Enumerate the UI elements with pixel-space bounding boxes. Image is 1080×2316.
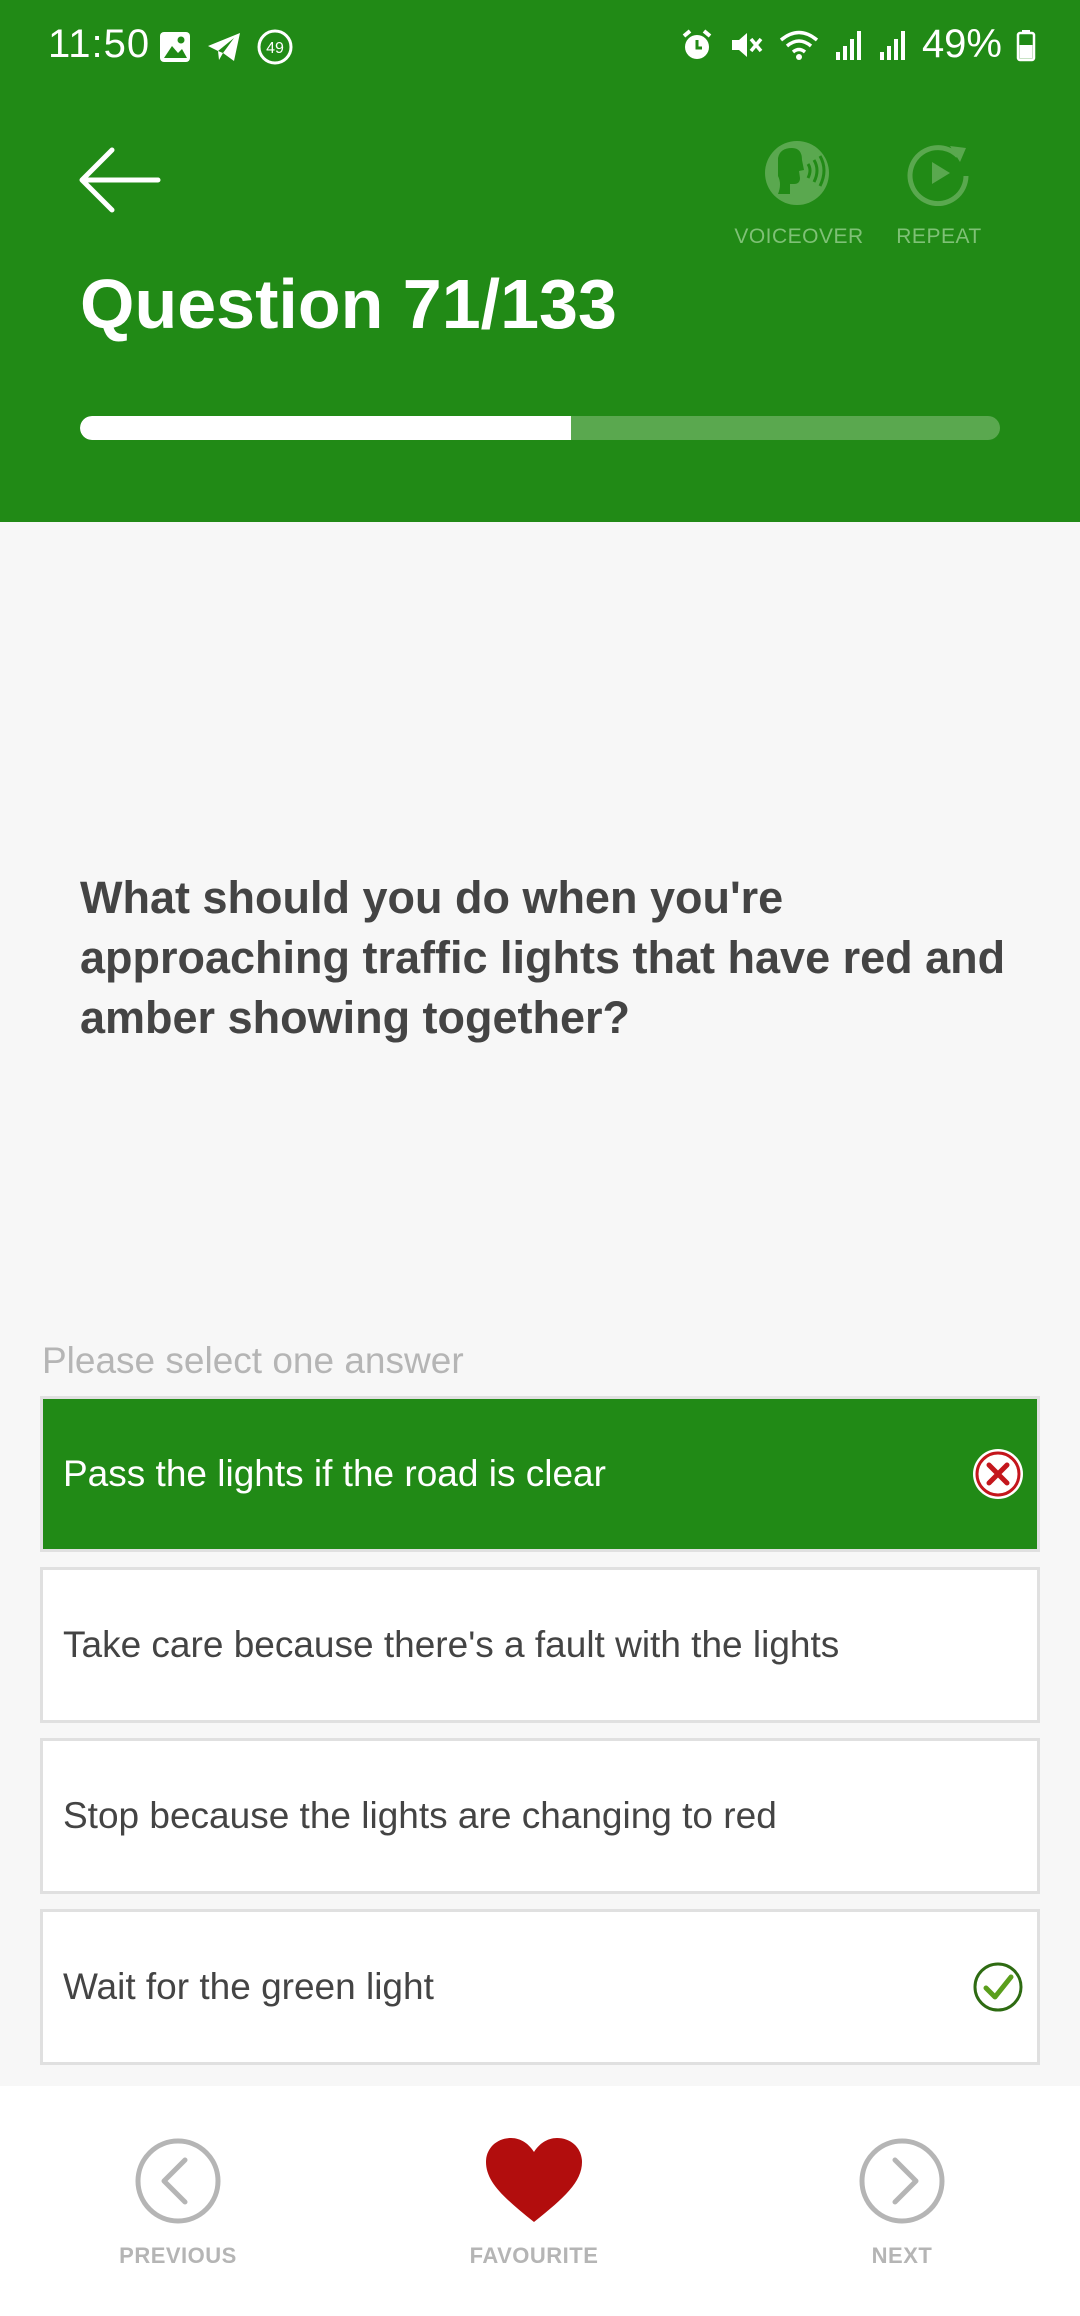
telegram-icon [208, 33, 240, 61]
replay-icon [907, 145, 969, 207]
answer-option-1[interactable]: Pass the lights if the road is clear [40, 1396, 1040, 1552]
next-button[interactable]: NEXT [802, 2136, 1002, 2269]
bottom-navigation: PREVIOUS FAVOURITE NEXT [0, 2086, 1080, 2316]
back-arrow-icon [79, 147, 161, 213]
mute-icon [731, 32, 763, 57]
answer-label: Take care because there's a fault with t… [63, 1624, 840, 1665]
status-bar: 11:50 49 49% [0, 0, 1080, 96]
status-time: 11:50 [48, 22, 151, 66]
back-button[interactable] [74, 140, 166, 220]
gallery-icon [160, 32, 190, 62]
favourite-button[interactable]: FAVOURITE [434, 2136, 634, 2269]
heart-icon [486, 2138, 582, 2222]
next-label: NEXT [871, 2243, 933, 2268]
svg-text:49: 49 [266, 40, 284, 57]
progress-bar [80, 416, 1000, 440]
wifi-icon [779, 30, 819, 60]
correct-answer-icon [973, 1962, 1023, 2012]
chevron-left-circle-icon [135, 2138, 221, 2224]
previous-label: PREVIOUS [119, 2243, 237, 2268]
header: 11:50 49 49% VOICEOVER REPEAT Question 7… [0, 0, 1080, 522]
progress-fill [80, 416, 572, 440]
question-counter: Question 71/133 [80, 265, 617, 343]
answer-label: Wait for the green light [63, 1966, 434, 2007]
answer-option-4[interactable]: Wait for the green light [40, 1909, 1040, 2065]
signal-icon [879, 30, 905, 60]
battery-icon [1016, 29, 1036, 61]
question-text: What should you do when you're approachi… [80, 872, 1006, 1043]
signal-icon [835, 30, 861, 60]
wrong-answer-icon [973, 1449, 1023, 1499]
repeat-button[interactable]: REPEAT [864, 140, 1014, 249]
voiceover-icon [765, 141, 829, 205]
status-right: 49% [680, 22, 1036, 67]
favourite-label: FAVOURITE [469, 2243, 599, 2268]
answer-prompt: Please select one answer [42, 1340, 464, 1381]
repeat-label: REPEAT [896, 225, 982, 248]
answer-option-3[interactable]: Stop because the lights are changing to … [40, 1738, 1040, 1894]
badge-49-icon: 49 [257, 29, 293, 65]
answer-label: Pass the lights if the road is clear [63, 1453, 606, 1494]
previous-button[interactable]: PREVIOUS [78, 2136, 278, 2269]
status-left-icons: 49 [158, 28, 294, 66]
answer-option-2[interactable]: Take care because there's a fault with t… [40, 1567, 1040, 1723]
alarm-icon [682, 28, 712, 59]
voiceover-button[interactable]: VOICEOVER [724, 140, 874, 249]
voiceover-label: VOICEOVER [734, 225, 864, 248]
answer-label: Stop because the lights are changing to … [63, 1795, 777, 1836]
battery-percent: 49% [921, 22, 1002, 66]
chevron-right-circle-icon [859, 2138, 945, 2224]
